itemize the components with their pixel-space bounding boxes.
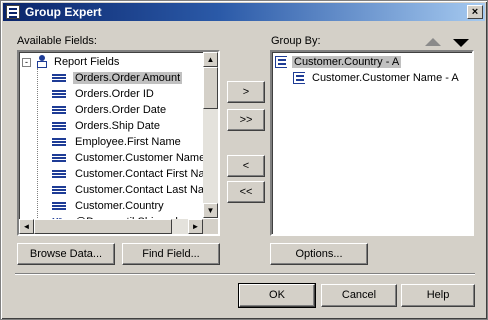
title-bar[interactable]: Group Expert × — [3, 3, 485, 21]
field-label: Customer.Country — [75, 200, 164, 212]
available-fields-tree[interactable]: - Report Fields Orders.Order Amount Orde… — [17, 50, 220, 236]
field-icon — [52, 90, 66, 98]
field-item[interactable]: Customer.Customer Name — [43, 150, 207, 166]
remove-all-fields-button[interactable]: << — [227, 181, 265, 203]
browse-data-button[interactable]: Browse Data... — [17, 243, 115, 265]
available-fields-label: Available Fields: — [17, 35, 97, 47]
move-down-arrow-icon[interactable] — [453, 39, 469, 47]
remove-field-button[interactable]: < — [227, 155, 265, 177]
group-item[interactable]: Customer.Customer Name - A — [292, 70, 461, 86]
field-label: Customer.Customer Name — [75, 152, 206, 164]
scroll-thumb[interactable] — [203, 67, 218, 109]
group-icon — [275, 56, 287, 68]
field-icon — [52, 202, 66, 210]
group-icon — [293, 72, 305, 84]
vertical-scrollbar[interactable]: ▲ ▼ — [203, 52, 218, 218]
field-label: Orders.Ship Date — [75, 120, 160, 132]
tree-root-label: Report Fields — [54, 56, 120, 68]
field-icon — [52, 170, 66, 178]
ok-button[interactable]: OK — [238, 283, 316, 308]
scroll-right-button[interactable]: ► — [188, 219, 203, 234]
group-by-label: Group By: — [271, 35, 321, 47]
group-item[interactable]: Customer.Country - A — [274, 54, 402, 70]
scroll-left-button[interactable]: ◄ — [19, 219, 34, 234]
window-title: Group Expert — [25, 5, 102, 19]
field-icon — [52, 138, 66, 146]
field-icon — [52, 154, 66, 162]
field-icon — [52, 122, 66, 130]
collapse-icon[interactable]: - — [22, 58, 31, 67]
add-all-fields-button[interactable]: >> — [227, 109, 265, 131]
field-label: Customer.Contact Last Nar — [75, 184, 208, 196]
move-up-arrow-icon[interactable] — [425, 38, 441, 46]
options-button[interactable]: Options... — [270, 243, 368, 265]
group-expert-dialog: Group Expert × Available Fields: - Repor… — [0, 0, 488, 320]
field-icon — [52, 186, 66, 194]
scroll-up-button[interactable]: ▲ — [203, 52, 218, 67]
field-item[interactable]: Orders.Order Date — [43, 102, 168, 118]
app-icon — [6, 5, 20, 19]
separator — [15, 273, 475, 275]
group-item-label: Customer.Country - A — [292, 56, 402, 68]
field-label: Orders.Order Amount — [73, 72, 183, 84]
report-fields-icon — [36, 55, 48, 69]
help-button[interactable]: Help — [401, 284, 475, 307]
field-icon — [52, 106, 66, 114]
field-item[interactable]: Customer.Country — [43, 198, 166, 214]
horizontal-scrollbar[interactable]: ◄ ► — [19, 219, 203, 234]
field-label: Customer.Contact First Nam — [75, 168, 214, 180]
field-icon — [52, 74, 66, 82]
field-item[interactable]: Orders.Order Amount — [43, 70, 183, 86]
scrollbar-corner — [203, 219, 218, 234]
field-item[interactable]: Customer.Contact Last Nar — [43, 182, 210, 198]
scroll-down-button[interactable]: ▼ — [203, 203, 218, 218]
find-field-button[interactable]: Find Field... — [122, 243, 220, 265]
field-item[interactable]: Employee.First Name — [43, 134, 183, 150]
field-label: Employee.First Name — [75, 136, 181, 148]
field-item[interactable]: Orders.Ship Date — [43, 118, 162, 134]
scroll-thumb-horizontal[interactable] — [34, 219, 172, 234]
field-item[interactable]: Orders.Order ID — [43, 86, 156, 102]
tree-connector — [37, 68, 38, 234]
field-item[interactable]: Customer.Contact First Nam — [43, 166, 216, 182]
add-field-button[interactable]: > — [227, 81, 265, 103]
group-item-label: Customer.Customer Name - A — [312, 72, 459, 84]
group-by-list[interactable]: Customer.Country - A Customer.Customer N… — [270, 50, 474, 236]
cancel-button[interactable]: Cancel — [321, 284, 397, 307]
close-button[interactable]: × — [467, 5, 483, 19]
field-label: Orders.Order Date — [75, 104, 167, 116]
field-label: Orders.Order ID — [75, 88, 154, 100]
